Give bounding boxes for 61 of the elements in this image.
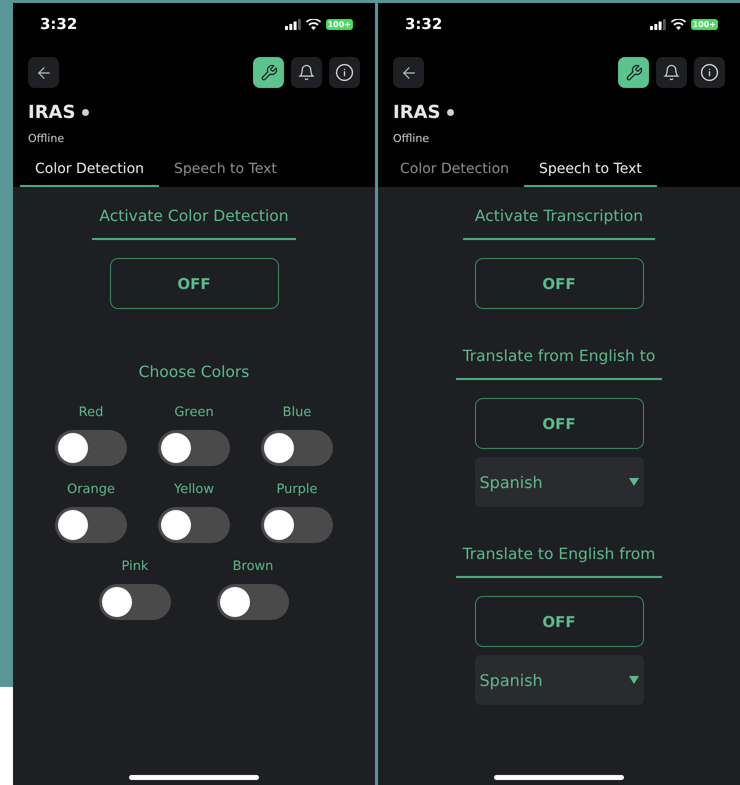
device-status: Offline: [392, 131, 430, 147]
toggle-label: Brown: [232, 559, 274, 574]
toggle-label: Red: [78, 405, 104, 420]
wifi-icon: [306, 18, 321, 30]
dropdown-value: Spanish: [480, 472, 543, 492]
signal-icon: [650, 18, 666, 30]
toolbar-button[interactable]: [694, 57, 725, 88]
toggle-label: Blue: [282, 405, 312, 420]
bell-icon: [298, 64, 315, 81]
off-button[interactable]: OFF: [110, 258, 278, 309]
info-icon: [335, 63, 354, 82]
section-heading: Translate to English from: [462, 545, 656, 563]
toggle-switch[interactable]: [55, 507, 127, 543]
bell-icon: [663, 64, 680, 81]
device-status: Offline: [27, 131, 66, 147]
back-button[interactable]: [28, 57, 59, 88]
toggle-label: Orange: [66, 482, 116, 497]
battery-indicator: 100+: [326, 18, 353, 30]
toggle-label: Yellow: [174, 482, 214, 497]
wrench-icon: [260, 64, 278, 82]
section-heading: Translate from English to: [462, 347, 656, 365]
status-dot-icon: [82, 108, 90, 116]
off-button[interactable]: OFF: [474, 398, 644, 449]
wrench-icon: [624, 64, 642, 82]
toggle-switch[interactable]: [217, 584, 289, 620]
tab[interactable]: Speech to Text: [159, 152, 292, 187]
toggle-switch[interactable]: [55, 430, 127, 466]
tab[interactable]: Color Detection: [385, 152, 524, 187]
off-button[interactable]: OFF: [474, 258, 644, 309]
toggle-switch[interactable]: [99, 584, 171, 620]
signal-icon: [284, 18, 301, 30]
caret-icon: [628, 676, 638, 684]
wifi-icon: [670, 18, 686, 30]
battery-indicator: 100+: [690, 18, 718, 30]
toolbar-button[interactable]: [291, 57, 322, 88]
toggle-switch[interactable]: [158, 430, 230, 466]
dropdown-value: Spanish: [480, 670, 543, 690]
toggle-label: Green: [174, 405, 214, 420]
toolbar-button[interactable]: [618, 57, 649, 88]
off-button[interactable]: OFF: [474, 596, 644, 647]
section-heading: Activate Color Detection: [98, 207, 290, 225]
device-name: IRAS: [393, 102, 440, 122]
status-time: 3:32: [40, 15, 78, 33]
info-icon: [700, 63, 719, 82]
language-dropdown[interactable]: Spanish: [474, 457, 644, 507]
status-dot-icon: [447, 108, 454, 116]
toggle-label: Purple: [276, 482, 318, 497]
toggle-switch[interactable]: [158, 507, 230, 543]
toggle-switch[interactable]: [261, 507, 333, 543]
section-heading: Choose Colors: [138, 363, 250, 381]
status-time: 3:32: [405, 15, 442, 33]
toolbar-button[interactable]: [253, 57, 284, 88]
toolbar-button[interactable]: [656, 57, 687, 88]
language-dropdown[interactable]: Spanish: [474, 655, 644, 705]
caret-icon: [628, 478, 638, 486]
device-name: IRAS: [28, 102, 76, 122]
toolbar-button[interactable]: [329, 57, 360, 88]
toggle-label: Pink: [122, 559, 148, 574]
section-heading: Activate Transcription: [474, 207, 644, 225]
toggle-switch[interactable]: [261, 430, 333, 466]
back-button[interactable]: [393, 57, 424, 88]
